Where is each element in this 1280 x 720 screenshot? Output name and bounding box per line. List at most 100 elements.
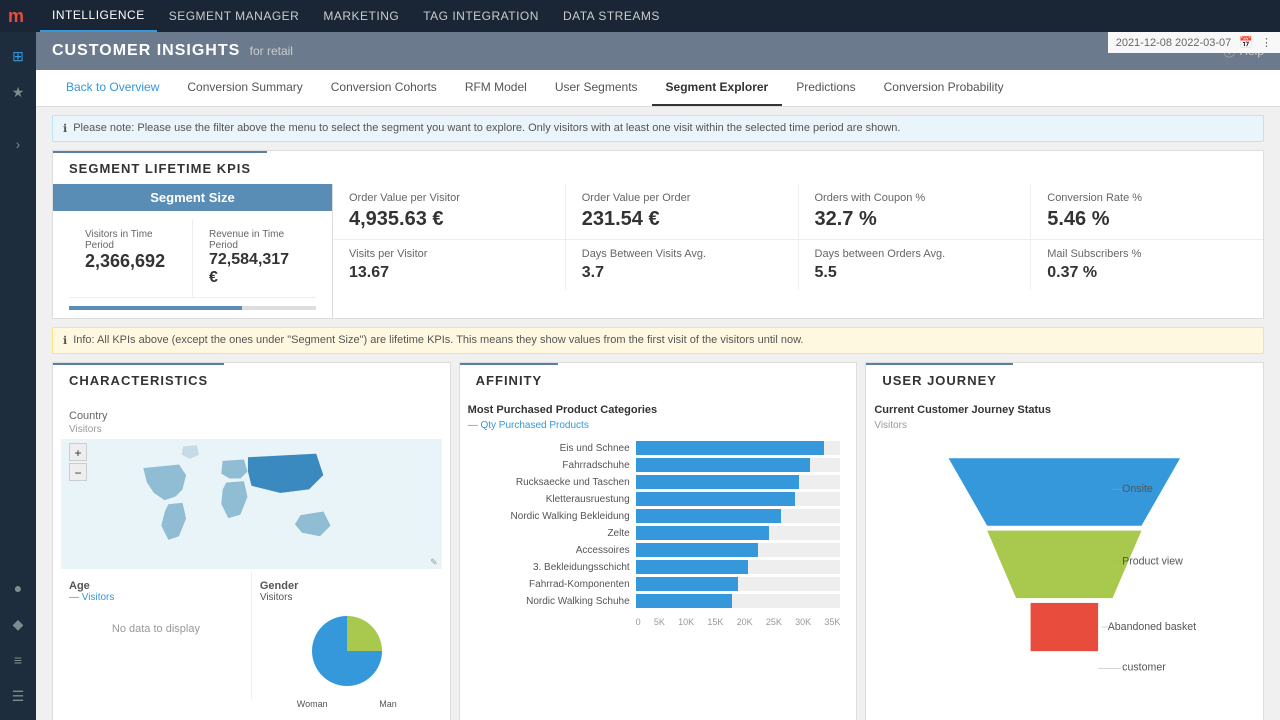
svg-text:Product view: Product view	[1123, 555, 1184, 567]
bar-label: Nordic Walking Bekleidung	[476, 511, 636, 522]
bar-row: 3. Bekleidungsschicht	[476, 560, 841, 574]
segment-kpis-panel: SEGMENT LIFETIME KPIS Segment Size Visit…	[52, 150, 1264, 319]
date-range-text: 2021-12-08 2022-03-07	[1116, 37, 1232, 49]
bar-fill	[636, 594, 732, 608]
bar-fill	[636, 509, 781, 523]
sidebar-star-icon[interactable]: ★	[2, 76, 34, 108]
tab-bar: Back to Overview Conversion Summary Conv…	[36, 70, 1280, 107]
world-map	[61, 439, 442, 569]
main-content: CUSTOMER INSIGHTS for retail ⓘ Help Back…	[36, 32, 1280, 720]
segment-kpis-title: SEGMENT LIFETIME KPIS	[53, 151, 267, 184]
tab-back-to-overview[interactable]: Back to Overview	[52, 70, 173, 106]
tab-conversion-probability[interactable]: Conversion Probability	[870, 70, 1018, 106]
segment-size-body: Visitors in Time Period 2,366,692 Revenu…	[53, 211, 332, 318]
kpi-section: Segment Size Visitors in Time Period 2,3…	[53, 184, 1263, 318]
nav-intelligence[interactable]: INTELLIGENCE	[40, 0, 157, 32]
kpi-visits-visitor: Visits per Visitor 13.67	[333, 240, 566, 290]
bar-label: 3. Bekleidungsschicht	[476, 562, 636, 573]
characteristics-panel: CHARACTERISTICS Country Visitors + −	[52, 362, 451, 720]
kpi-row-1: Order Value per Visitor 4,935.63 € Order…	[333, 184, 1263, 240]
more-options-icon[interactable]: ⋮	[1261, 36, 1272, 49]
tab-segment-explorer[interactable]: Segment Explorer	[652, 70, 783, 106]
gender-man-label: Man	[379, 699, 397, 709]
bar-container	[636, 526, 841, 540]
uj-visitors-label: Visitors	[874, 420, 1255, 431]
age-gender-row: Age — Visitors No data to display Gender…	[61, 572, 442, 699]
nav-marketing[interactable]: MARKETING	[311, 0, 411, 32]
visitors-stat: Visitors in Time Period 2,366,692	[69, 219, 193, 297]
date-range-bar: 2021-12-08 2022-03-07 📅 ⋮	[1108, 32, 1280, 53]
map-zoom-out[interactable]: −	[69, 463, 87, 481]
nav-segment-manager[interactable]: SEGMENT MANAGER	[157, 0, 312, 32]
bar-row: Kletterausruestung	[476, 492, 841, 506]
segment-progress-fill	[69, 306, 242, 310]
bar-label: Fahrrad-Komponenten	[476, 579, 636, 590]
bar-label: Nordic Walking Schuhe	[476, 596, 636, 607]
bar-container	[636, 560, 841, 574]
bar-label: Zelte	[476, 528, 636, 539]
bar-row: Fahrradschuhe	[476, 458, 841, 472]
bar-label: Kletterausruestung	[476, 494, 636, 505]
country-label: Country	[69, 410, 434, 422]
user-journey-content: Current Customer Journey Status Visitors…	[866, 396, 1263, 720]
page-title: CUSTOMER INSIGHTS for retail	[52, 42, 293, 60]
nav-data-streams[interactable]: DATA STREAMS	[551, 0, 672, 32]
affinity-bar-chart: Eis und Schnee Fahrradschuhe Rucksaecke …	[468, 437, 849, 615]
axis-label: 20K	[737, 617, 753, 627]
kpi-days-orders: Days between Orders Avg. 5.5	[799, 240, 1032, 290]
affinity-legend: — Qty Purchased Products	[468, 420, 849, 431]
bar-container	[636, 458, 841, 472]
axis-label: 0	[636, 617, 641, 627]
bar-fill	[636, 441, 824, 455]
bar-label: Eis und Schnee	[476, 443, 636, 454]
tab-conversion-summary[interactable]: Conversion Summary	[173, 70, 316, 106]
segment-size-stats: Visitors in Time Period 2,366,692 Revenu…	[69, 219, 316, 298]
bar-row: Rucksaecke und Taschen	[476, 475, 841, 489]
svg-text:customer: customer	[1123, 661, 1167, 673]
axis-label: 15K	[707, 617, 723, 627]
bar-label: Rucksaecke und Taschen	[476, 477, 636, 488]
kpi-mail-subscribers: Mail Subscribers % 0.37 %	[1031, 240, 1263, 290]
tab-user-segments[interactable]: User Segments	[541, 70, 652, 106]
sidebar-circle-icon[interactable]: ●	[2, 572, 34, 604]
bar-container	[636, 441, 841, 455]
affinity-content: Most Purchased Product Categories — Qty …	[460, 396, 857, 637]
info-bar-kpi: ℹ Info: All KPIs above (except the ones …	[52, 327, 1264, 354]
kpi-conversion-rate: Conversion Rate % 5.46 %	[1031, 184, 1263, 239]
bar-row: Accessoires	[476, 543, 841, 557]
map-zoom-in[interactable]: +	[69, 443, 87, 461]
bar-row: Nordic Walking Schuhe	[476, 594, 841, 608]
svg-text:Onsite: Onsite	[1123, 483, 1154, 495]
age-section: Age — Visitors No data to display	[61, 572, 252, 699]
segment-progress-bar	[69, 306, 316, 310]
info-icon: ℹ	[63, 122, 67, 135]
tab-predictions[interactable]: Predictions	[782, 70, 869, 106]
bar-label: Accessoires	[476, 545, 636, 556]
characteristics-title: CHARACTERISTICS	[53, 363, 224, 396]
sidebar-grid-icon[interactable]: ⊞	[2, 40, 34, 72]
nav-tag-integration[interactable]: TAG INTEGRATION	[411, 0, 551, 32]
sidebar-layers-icon[interactable]: ≡	[2, 644, 34, 676]
map-edit-icon: ✎	[430, 557, 438, 568]
kpi-orders-coupon: Orders with Coupon % 32.7 %	[799, 184, 1032, 239]
bar-fill	[636, 526, 769, 540]
bar-container	[636, 475, 841, 489]
sidebar-diamond-icon[interactable]: ◆	[2, 608, 34, 640]
bar-row: Eis und Schnee	[476, 441, 841, 455]
bar-container	[636, 492, 841, 506]
gender-section: Gender Visitors Woman	[252, 572, 442, 699]
user-journey-panel: USER JOURNEY Current Customer Journey St…	[865, 362, 1264, 720]
tab-conversion-cohorts[interactable]: Conversion Cohorts	[317, 70, 451, 106]
info-kpi-icon: ℹ	[63, 334, 67, 347]
kpi-metrics-grid: Order Value per Visitor 4,935.63 € Order…	[333, 184, 1263, 318]
axis-label: 25K	[766, 617, 782, 627]
bar-container	[636, 543, 841, 557]
bar-label: Fahrradschuhe	[476, 460, 636, 471]
bar-fill	[636, 543, 759, 557]
kpi-order-value-order: Order Value per Order 231.54 €	[566, 184, 799, 239]
sidebar-list-icon[interactable]: ☰	[2, 680, 34, 712]
calendar-icon[interactable]: 📅	[1239, 36, 1253, 49]
tab-rfm-model[interactable]: RFM Model	[451, 70, 541, 106]
sidebar-chevron-icon[interactable]: ›	[2, 128, 34, 160]
kpi-row-2: Visits per Visitor 13.67 Days Between Vi…	[333, 240, 1263, 290]
